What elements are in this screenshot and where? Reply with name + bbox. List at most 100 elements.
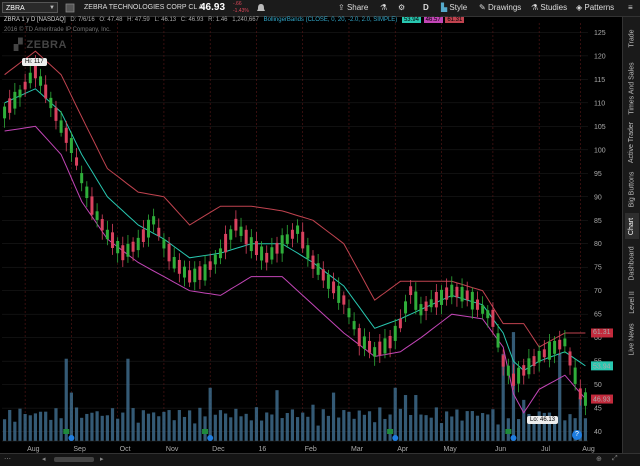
symbol-input[interactable]: ZBRA ▼ bbox=[2, 2, 58, 13]
flask-icon[interactable]: ⚗ bbox=[380, 0, 387, 16]
drawings-button[interactable]: ✎ Drawings bbox=[479, 0, 521, 16]
volume-bar bbox=[326, 415, 331, 441]
tab-times-and-sales[interactable]: Times And Sales bbox=[625, 59, 639, 117]
candle-body bbox=[578, 388, 582, 400]
y-tick-label: 65 bbox=[594, 312, 602, 319]
volume-bar bbox=[439, 423, 444, 441]
tab-big-buttons[interactable]: Big Buttons bbox=[625, 167, 639, 211]
tab-active-trader[interactable]: Active Trader bbox=[625, 119, 639, 165]
volume-bar bbox=[254, 407, 259, 441]
candle-body bbox=[49, 97, 53, 109]
volume-bar bbox=[213, 414, 217, 441]
candle-body bbox=[39, 76, 43, 86]
scroll-left-icon[interactable]: ◂ bbox=[42, 455, 46, 463]
volume-bar bbox=[409, 414, 413, 441]
volume-bar bbox=[450, 416, 454, 441]
candle-body bbox=[69, 138, 73, 154]
tab-big-label: Big Buttons bbox=[628, 171, 636, 207]
volume-bar bbox=[460, 420, 464, 441]
volume-bar bbox=[522, 399, 526, 441]
studies-button[interactable]: ⚗ Studies bbox=[531, 0, 567, 16]
candle-body bbox=[542, 349, 546, 358]
volume-bar bbox=[131, 408, 135, 441]
studies-icon: ⚗ bbox=[531, 3, 539, 12]
volume-bar bbox=[434, 407, 438, 441]
timeframe-button[interactable]: D bbox=[423, 0, 429, 16]
zoom-icon[interactable]: ⊕ bbox=[596, 455, 602, 463]
volume-bar bbox=[285, 413, 289, 441]
volume-bar bbox=[95, 411, 99, 441]
y-tick-label: 105 bbox=[594, 124, 606, 131]
candle-body bbox=[429, 299, 433, 308]
candle-body bbox=[321, 269, 325, 281]
candle-body bbox=[3, 106, 7, 119]
earnings-marker bbox=[202, 429, 209, 434]
scroll-thumb[interactable] bbox=[54, 457, 94, 462]
volume-bar bbox=[229, 417, 233, 441]
watermark-text: ZEBRA bbox=[26, 39, 67, 51]
candle-body bbox=[126, 243, 130, 257]
price-change: -.66 -1.43% bbox=[233, 1, 249, 17]
style-button[interactable]: ▙ Style bbox=[441, 0, 467, 16]
y-tick-label: 80 bbox=[594, 241, 602, 248]
price-chart[interactable]: Aug Sep Oct Nov Dec 16 Feb Mar Apr May Jun Jul Aug 1… bbox=[0, 17, 620, 453]
gear-icon[interactable]: ⚙ bbox=[398, 0, 405, 16]
volume-bar bbox=[259, 420, 264, 441]
chevron-down-icon[interactable]: ▼ bbox=[49, 3, 55, 14]
candle-body bbox=[465, 290, 469, 301]
candle-body bbox=[275, 242, 279, 254]
candle-body bbox=[64, 127, 68, 143]
tab-level-ii[interactable]: Level II bbox=[625, 287, 639, 317]
volume-bar bbox=[90, 412, 94, 441]
candle-body bbox=[54, 107, 58, 121]
link-icon[interactable] bbox=[64, 0, 76, 16]
volume-bar bbox=[275, 390, 279, 441]
expand-icon[interactable]: ⋯ bbox=[4, 455, 11, 463]
tab-dashboard[interactable]: Dashboard bbox=[625, 241, 639, 285]
tab-trade[interactable]: Trade bbox=[625, 19, 639, 57]
patterns-button[interactable]: ◈ Patterns bbox=[576, 0, 614, 16]
volume-bar bbox=[445, 411, 449, 441]
price-change-pct: -1.43% bbox=[233, 8, 249, 14]
volume-bar bbox=[44, 411, 48, 441]
candle-body bbox=[445, 287, 449, 300]
candle-body bbox=[229, 229, 233, 240]
share-button[interactable]: ⇪ Share bbox=[338, 0, 368, 16]
volume-bar bbox=[59, 418, 63, 441]
fit-icon[interactable]: ⤢ bbox=[612, 455, 618, 463]
candle-body bbox=[121, 245, 125, 261]
candle-body bbox=[511, 373, 515, 386]
volume-bar bbox=[280, 418, 284, 441]
candle-body bbox=[460, 287, 464, 302]
candle-body bbox=[532, 356, 536, 366]
tab-live-news[interactable]: Live News bbox=[625, 319, 639, 359]
candle-body bbox=[496, 333, 500, 348]
volume-bar bbox=[378, 407, 382, 441]
volume-bar bbox=[306, 416, 310, 441]
help-icon[interactable]: ? bbox=[572, 430, 582, 440]
volume-bar bbox=[367, 411, 372, 441]
candle-body bbox=[167, 243, 171, 262]
volume-bar bbox=[38, 411, 43, 441]
candle-body bbox=[316, 263, 320, 275]
event-badge bbox=[68, 435, 75, 441]
scroll-right-icon[interactable]: ▸ bbox=[100, 455, 104, 463]
copyright: 2016 © TD Ameritrade IP Company, Inc. bbox=[4, 27, 111, 33]
volume-bar bbox=[239, 416, 243, 441]
candle-body bbox=[568, 351, 572, 366]
candle-body bbox=[234, 218, 238, 231]
menu-icon[interactable]: ≡ bbox=[628, 0, 633, 16]
volume-bar bbox=[517, 419, 521, 441]
candle-body bbox=[80, 173, 84, 184]
x-tick-label: Aug bbox=[582, 446, 595, 453]
candle-body bbox=[434, 291, 438, 308]
candle-body bbox=[517, 367, 521, 384]
tab-chart[interactable]: Chart bbox=[625, 213, 639, 239]
study-label[interactable]: BollingerBands (CLOSE, 0, 20, -2.0, 2.0,… bbox=[264, 17, 398, 23]
bell-icon[interactable] bbox=[255, 0, 267, 16]
candle-body bbox=[352, 321, 356, 330]
volume-bar bbox=[49, 419, 53, 441]
volume-bar bbox=[85, 413, 89, 441]
volume-bar bbox=[234, 408, 238, 441]
candle-body bbox=[182, 266, 186, 278]
